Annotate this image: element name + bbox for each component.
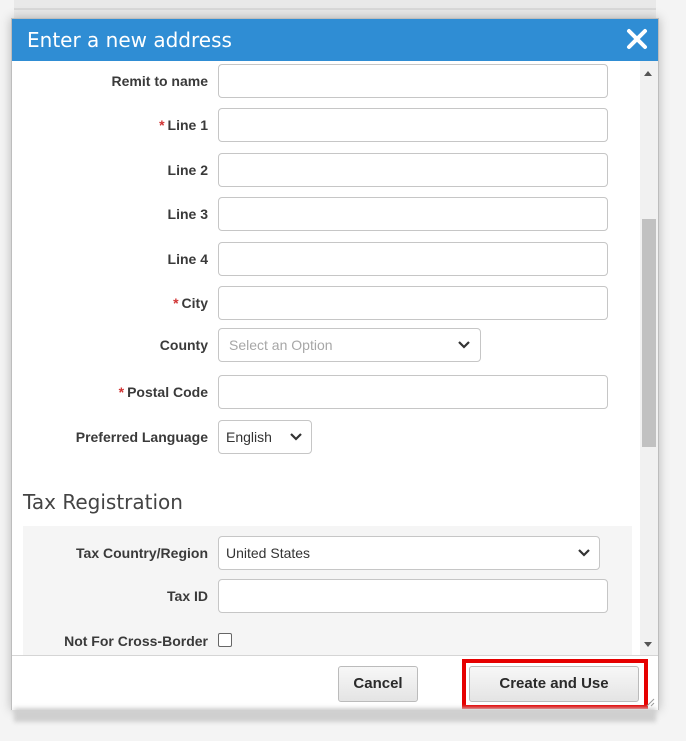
city-label: * City — [173, 295, 208, 311]
postal-code-input[interactable] — [218, 375, 608, 409]
dialog-title: Enter a new address — [27, 28, 232, 52]
tax-id-row: Tax ID — [12, 579, 640, 613]
remit-to-name-input[interactable] — [218, 64, 608, 98]
tax-country-value: United States — [226, 545, 311, 561]
preferred-language-select[interactable]: English — [218, 420, 312, 454]
required-mark: * — [173, 295, 179, 311]
city-input[interactable] — [218, 286, 608, 320]
line1-label-text: Line 1 — [167, 117, 208, 133]
cross-border-label: Not For Cross-Border — [64, 633, 208, 649]
scroll-up-arrow-icon[interactable] — [644, 71, 652, 76]
postal-code-label-text: Postal Code — [127, 384, 208, 400]
tax-country-select[interactable]: United States — [218, 536, 600, 570]
preferred-language-row: Preferred Language English — [12, 420, 640, 454]
chevron-down-icon — [458, 341, 470, 349]
line2-row: Line 2 — [12, 153, 640, 187]
required-mark: * — [118, 384, 125, 400]
county-placeholder: Select an Option — [229, 337, 333, 353]
line4-row: Line 4 — [12, 242, 640, 276]
line1-row: * Line 1 — [12, 108, 640, 142]
close-icon[interactable] — [622, 24, 652, 54]
background-bottom-shadow — [14, 708, 656, 722]
tax-id-input[interactable] — [218, 579, 608, 613]
line4-input[interactable] — [218, 242, 608, 276]
county-row: County Select an Option — [12, 328, 640, 362]
county-select[interactable]: Select an Option — [218, 328, 481, 362]
cancel-button[interactable]: Cancel — [338, 666, 418, 702]
vertical-scrollbar[interactable] — [640, 61, 658, 655]
tax-country-label: Tax Country/Region — [76, 545, 208, 561]
tax-registration-heading: Tax Registration — [23, 490, 183, 514]
postal-code-row: * Postal Code — [12, 375, 640, 409]
line3-input[interactable] — [218, 197, 608, 231]
line4-label: Line 4 — [167, 251, 208, 267]
scroll-down-arrow-icon[interactable] — [644, 642, 652, 647]
preferred-language-label: Preferred Language — [75, 429, 208, 445]
dialog-body: Remit to name * Line 1 Line 2 Line 3 Line… — [12, 61, 640, 655]
city-row: * City — [12, 286, 640, 320]
dialog-footer: Cancel Create and Use — [12, 655, 658, 710]
line1-input[interactable] — [218, 108, 608, 142]
county-label: County — [159, 337, 208, 353]
cross-border-row: Not For Cross-Border — [12, 624, 640, 655]
resize-grip-icon[interactable] — [645, 697, 655, 707]
dialog-titlebar: Enter a new address — [12, 19, 658, 61]
cross-border-checkbox[interactable] — [218, 633, 232, 647]
line2-label: Line 2 — [167, 162, 208, 178]
line2-input[interactable] — [218, 153, 608, 187]
scrollbar-thumb[interactable] — [642, 219, 656, 447]
remit-to-name-label: Remit to name — [111, 73, 208, 89]
line3-row: Line 3 — [12, 197, 640, 231]
preferred-language-value: English — [226, 429, 272, 445]
chevron-down-icon — [578, 549, 590, 557]
address-dialog: Enter a new address Remit to name * Line … — [11, 18, 659, 710]
remit-to-name-row: Remit to name — [12, 64, 640, 98]
background-page-line — [14, 8, 656, 10]
create-and-use-button[interactable]: Create and Use — [469, 666, 639, 702]
tax-country-row: Tax Country/Region United States — [12, 536, 640, 570]
tax-id-label: Tax ID — [167, 588, 208, 604]
line3-label: Line 3 — [167, 206, 208, 222]
chevron-down-icon — [290, 433, 302, 441]
city-label-text: City — [181, 295, 208, 311]
postal-code-label: * Postal Code — [119, 384, 208, 400]
required-mark: * — [159, 117, 165, 133]
line1-label: * Line 1 — [159, 117, 208, 133]
